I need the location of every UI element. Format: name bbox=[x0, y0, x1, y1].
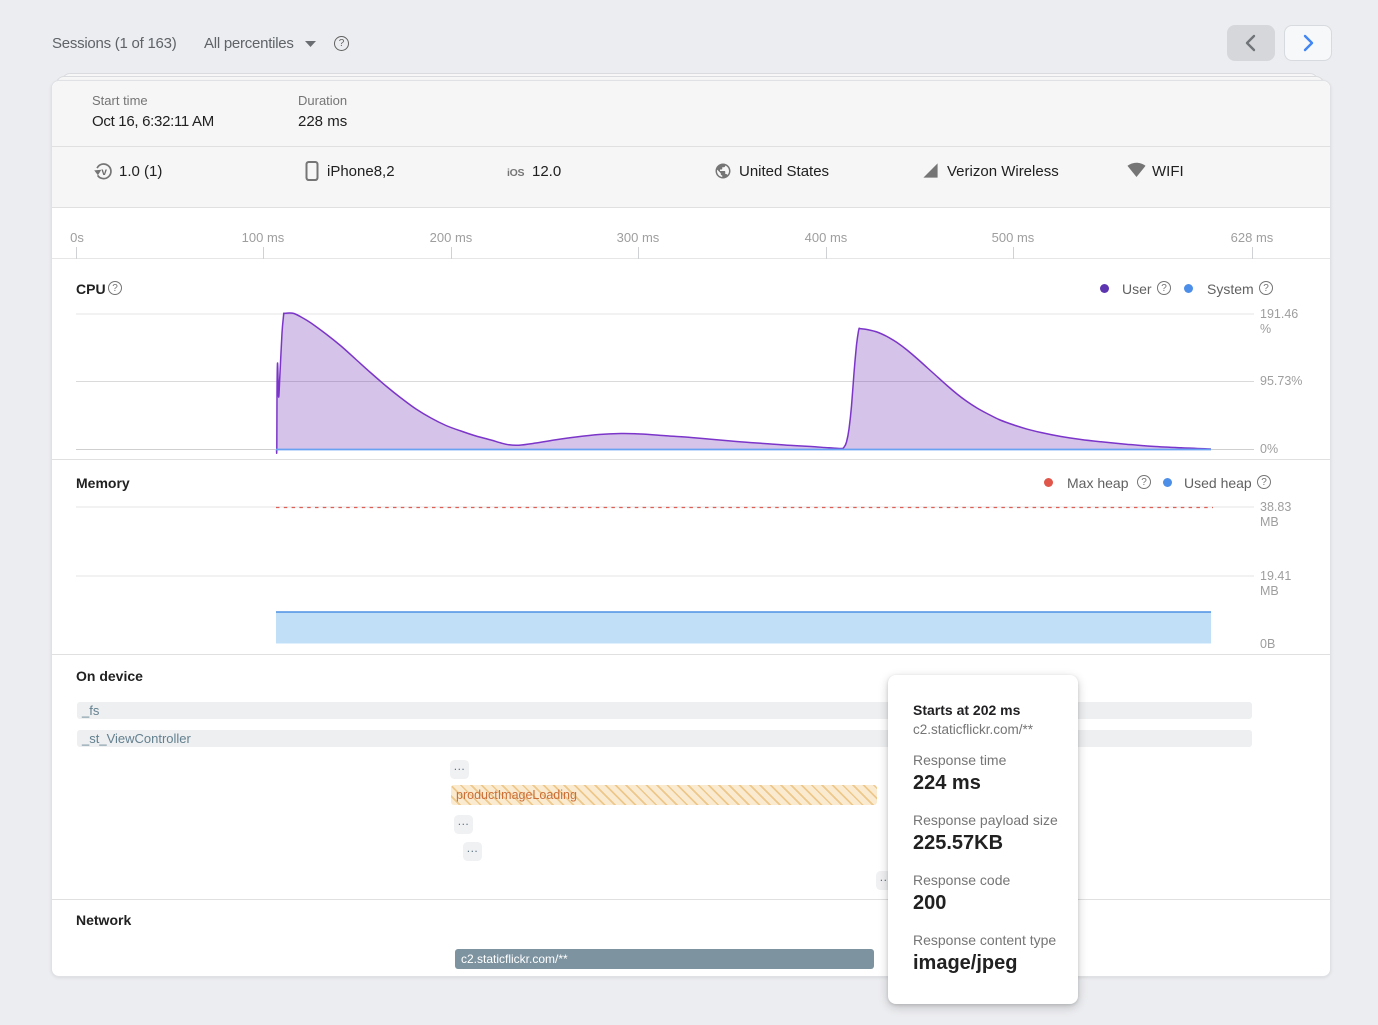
svg-text:iOS: iOS bbox=[507, 167, 524, 179]
svg-text:v: v bbox=[101, 167, 107, 178]
